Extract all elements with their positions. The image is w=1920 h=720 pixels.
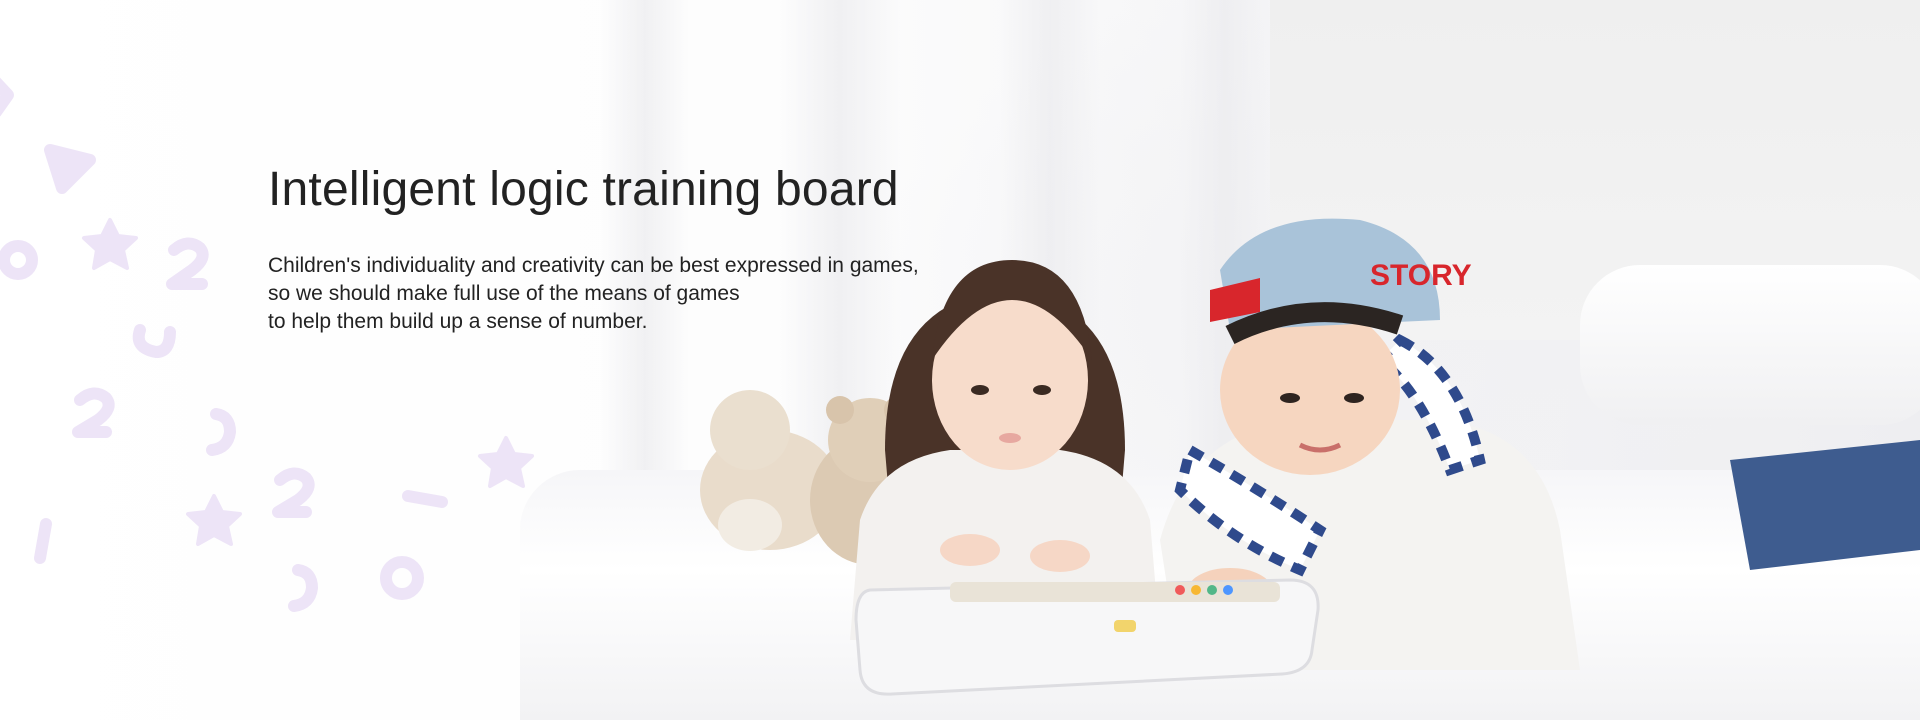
pattern-one (34, 518, 52, 564)
logic-board-device (854, 578, 1320, 696)
cap-text: STORY (1370, 259, 1472, 292)
pattern-star (478, 436, 534, 488)
pattern-triangle (44, 144, 96, 194)
pattern-two (72, 387, 115, 438)
hero-banner: Intelligent logic training board Childre… (0, 0, 1920, 720)
pattern-two (272, 467, 315, 518)
pattern-zero (380, 556, 424, 600)
pattern-star (82, 218, 138, 270)
pattern-c (132, 324, 176, 358)
children-playing-scene: STORY (700, 218, 1920, 696)
pattern-shape (0, 77, 14, 117)
pattern-zero (0, 240, 38, 280)
pattern-dash (402, 490, 448, 508)
pattern-two (166, 237, 209, 290)
number-pattern (0, 77, 534, 612)
pattern-c (206, 408, 236, 456)
pattern-c (288, 564, 318, 612)
pattern-star (186, 494, 242, 546)
